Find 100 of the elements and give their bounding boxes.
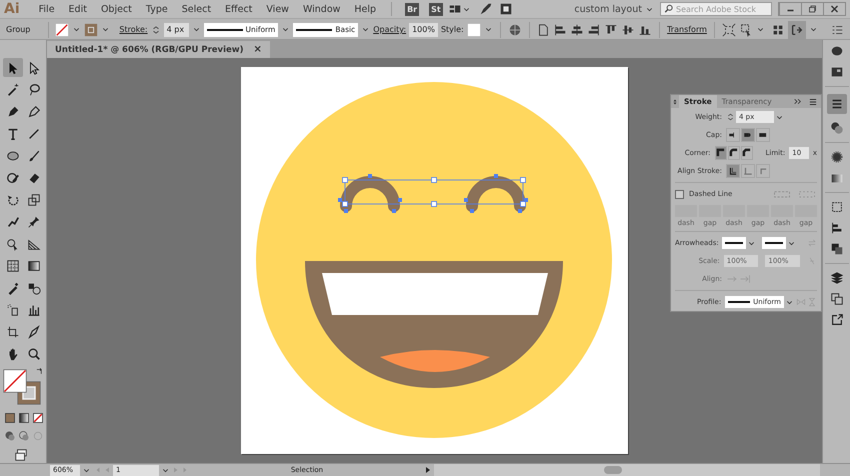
app-logo: Ai [4, 1, 20, 17]
menu-item[interactable]: Type [138, 4, 175, 14]
dots-grid-icon[interactable] [770, 22, 785, 36]
panel-menu-icon[interactable] [808, 96, 818, 106]
eye-drawing[interactable] [340, 176, 400, 212]
line-segment-icon[interactable] [27, 126, 41, 140]
align-left-icon[interactable] [553, 22, 568, 36]
expand-arrows-icon[interactable] [793, 97, 802, 106]
shape-builder-icon[interactable] [6, 236, 20, 250]
pen-icon[interactable] [6, 104, 20, 118]
menu-item[interactable]: View [259, 4, 296, 14]
slice-knife-icon[interactable] [27, 324, 41, 338]
shaper-icon[interactable] [6, 170, 20, 184]
style-swatch-icon[interactable] [466, 22, 481, 36]
fill-swatch-icon[interactable] [84, 22, 98, 36]
projecting-cap-button[interactable] [756, 128, 770, 142]
direct-selection-arrow-icon[interactable] [27, 60, 41, 74]
align-middle-icon[interactable] [621, 22, 636, 36]
eyedropper-icon[interactable] [6, 280, 20, 294]
screen-mode-icon[interactable] [14, 448, 28, 462]
paintbrush-icon[interactable] [27, 148, 41, 162]
appearance-starburst-icon[interactable] [830, 150, 844, 164]
scale-icon[interactable] [27, 192, 41, 206]
arrange-window-icon[interactable] [498, 2, 513, 16]
stroke-label[interactable]: Stroke: [119, 25, 148, 34]
gradient-mode-icon[interactable] [18, 412, 30, 424]
app-launch-button[interactable]: St [429, 2, 443, 16]
transform-box-icon[interactable] [830, 200, 844, 214]
curvature-pen-icon[interactable] [27, 104, 41, 118]
round-cap-button[interactable] [741, 128, 755, 142]
layers-stack-icon[interactable] [830, 271, 844, 285]
color-mode-icon[interactable] [4, 412, 16, 424]
style-label: Style: [440, 25, 464, 34]
status-menu-icon[interactable] [424, 466, 432, 474]
document-icon[interactable] [536, 22, 550, 36]
align-center-stroke-button-icon [728, 166, 738, 176]
round-cap-button-icon [743, 130, 753, 140]
mesh-icon[interactable] [6, 258, 20, 272]
blend-icon[interactable] [27, 280, 41, 294]
align-top-icon[interactable] [604, 22, 618, 36]
tab-close-button[interactable]: × [253, 44, 262, 55]
transparency-circles-icon[interactable] [830, 121, 844, 135]
artboard-icon[interactable] [6, 324, 20, 338]
dashed-line-checkbox[interactable] [675, 190, 684, 198]
align-center-stroke-button[interactable] [726, 164, 740, 178]
align-center-icon[interactable] [570, 22, 584, 36]
stroke-lines-icon[interactable] [830, 97, 844, 111]
recolor-globe-icon[interactable] [508, 22, 522, 36]
artboards-panel-icon[interactable] [830, 292, 844, 306]
stroke-weight-field[interactable]: 4 px [164, 22, 188, 36]
menu-item[interactable]: File [32, 4, 62, 14]
stroke-swatch-icon[interactable] [55, 22, 70, 36]
align-right-icon[interactable] [587, 22, 602, 36]
transform-link[interactable]: Transform [667, 25, 707, 34]
isolate-group-icon[interactable] [722, 22, 736, 36]
lasso-icon[interactable] [27, 82, 41, 96]
pathfinder-icon[interactable] [830, 242, 844, 256]
round-join-button[interactable] [728, 146, 740, 160]
miter-join-button[interactable] [714, 146, 727, 160]
app-launch-button[interactable]: Br [405, 2, 420, 16]
fill-none-swatch-icon[interactable] [3, 369, 27, 393]
document-tab[interactable]: Untitled-1* @ 606% (RGB/GPU Preview) × [47, 41, 270, 58]
butt-cap-button[interactable] [726, 128, 740, 142]
spinner-icon[interactable] [726, 111, 735, 123]
zoom-icon[interactable] [27, 346, 41, 360]
bevel-join-button[interactable] [740, 146, 753, 160]
gradient-icon[interactable] [27, 258, 41, 272]
column-graph-icon[interactable] [27, 302, 41, 316]
align-outside-stroke-button-icon [758, 166, 768, 176]
select-similar-icon[interactable] [738, 22, 753, 36]
align-panel-icon[interactable] [830, 221, 844, 235]
end-arrowhead-dropdown[interactable] [762, 237, 786, 249]
menu-item[interactable]: Window [296, 4, 348, 14]
puppet-warp-icon[interactable] [6, 214, 20, 228]
teeth-drawing[interactable] [322, 273, 548, 315]
ellipse-icon[interactable] [6, 148, 20, 162]
menu-item[interactable]: Object [94, 4, 139, 14]
anchor-points[interactable] [338, 174, 528, 213]
search-field[interactable]: Search Adobe Stock [660, 2, 772, 16]
menu-item[interactable]: Effect [218, 4, 260, 14]
selection-bounding-box[interactable] [342, 177, 526, 207]
menu-item[interactable]: Help [347, 4, 384, 14]
none-mode-icon[interactable] [32, 412, 44, 424]
horizontal-scrollbar[interactable] [434, 464, 820, 476]
start-arrowhead-dropdown[interactable] [722, 237, 746, 249]
pushpin-icon[interactable] [27, 214, 41, 228]
magic-wand-icon[interactable] [6, 82, 20, 96]
type-icon[interactable] [6, 126, 20, 140]
menu-item[interactable]: Edit [62, 4, 94, 14]
export-arrow-icon[interactable] [830, 313, 844, 327]
panel-toggle-button[interactable] [788, 20, 806, 38]
eye-drawing[interactable] [466, 176, 526, 212]
symbol-sprayer-icon[interactable] [6, 302, 20, 316]
opacity-field[interactable]: 100% [409, 22, 438, 36]
workspace-switcher[interactable]: custom layout [574, 4, 654, 14]
scrollbar-thumb[interactable] [604, 466, 622, 474]
menu-item[interactable]: Select [174, 4, 218, 14]
draw-behind-icon[interactable] [18, 430, 30, 442]
opacity-label[interactable]: Opacity: [373, 25, 406, 34]
draw-normal-icon[interactable] [4, 430, 16, 442]
